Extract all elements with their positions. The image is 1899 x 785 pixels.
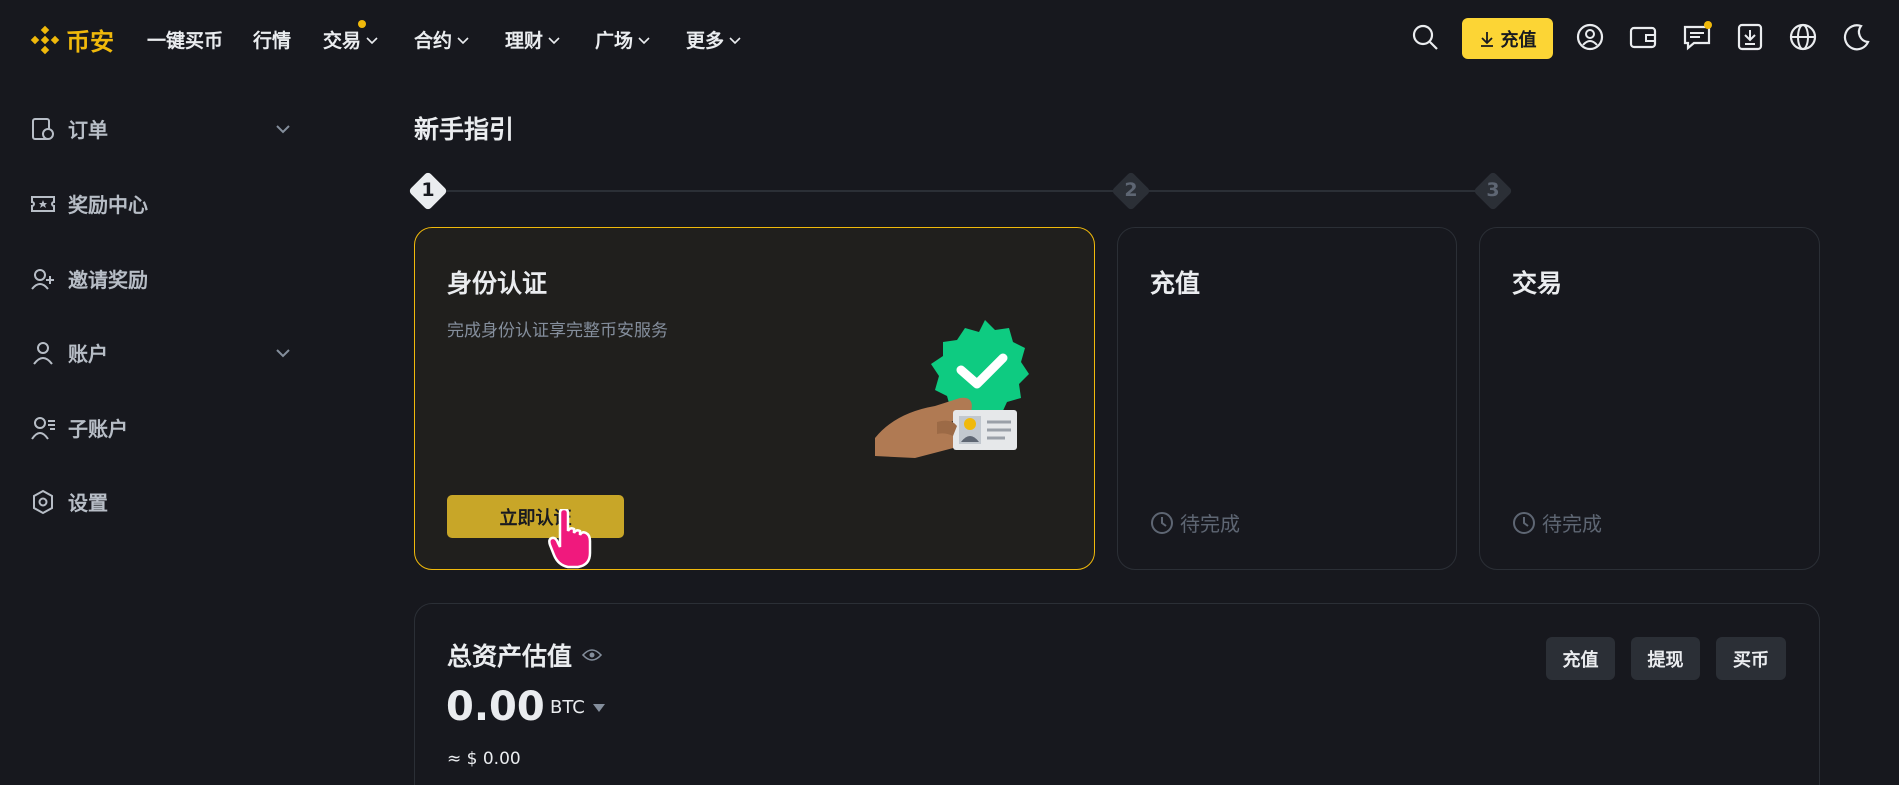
- step-number: 1: [421, 179, 435, 201]
- sidebar-item-label: 账户: [68, 342, 108, 366]
- binance-logo-icon: [30, 25, 60, 54]
- pending-status: 待完成: [1150, 508, 1240, 537]
- step-connector: [441, 190, 1121, 192]
- asset-title: 总资产估值: [447, 637, 603, 673]
- chevron-down-icon: [548, 36, 560, 44]
- sidebar-item-label: 奖励中心: [68, 193, 148, 217]
- button-label: 充值: [1562, 649, 1599, 671]
- notification-dot: [1704, 21, 1712, 29]
- nav-label: 更多: [686, 30, 725, 52]
- eye-icon[interactable]: [582, 648, 603, 662]
- moon-icon[interactable]: [1841, 22, 1871, 52]
- asset-unit-select[interactable]: BTC: [550, 697, 605, 718]
- caret-down-icon: [592, 703, 605, 712]
- verify-now-button[interactable]: 立即认证: [447, 495, 624, 538]
- pending-status: 待完成: [1512, 508, 1602, 537]
- nav-label: 广场: [595, 30, 634, 52]
- ticket-icon: [31, 195, 55, 212]
- sidebar-item-orders[interactable]: 订单: [30, 114, 108, 143]
- page-title: 新手指引: [414, 115, 515, 144]
- nav-label: 合约: [414, 30, 453, 52]
- chevron-down-icon: [366, 36, 378, 44]
- clock-icon: [1513, 511, 1535, 534]
- sidebar-item-rewards[interactable]: 奖励中心: [30, 189, 148, 218]
- nav-item-futures[interactable]: 合约: [414, 26, 470, 53]
- clock-icon: [1151, 511, 1173, 534]
- user-icon[interactable]: [1575, 22, 1605, 52]
- notification-dot: [358, 20, 366, 28]
- globe-icon[interactable]: [1788, 22, 1818, 52]
- asset-unit-label: BTC: [550, 697, 585, 718]
- nav-item-markets[interactable]: 行情: [253, 26, 291, 53]
- asset-title-label: 总资产估值: [447, 642, 573, 671]
- app-download-icon[interactable]: [1735, 22, 1765, 52]
- sidebar-item-settings[interactable]: 设置: [30, 487, 108, 516]
- chevron-down-icon: [638, 36, 650, 44]
- chevron-down-icon[interactable]: [274, 120, 292, 138]
- card-description: 完成身份认证享完整币安服务: [447, 321, 668, 341]
- status-label: 待完成: [1180, 512, 1240, 536]
- search-icon[interactable]: [1410, 22, 1440, 52]
- chevron-down-icon: [729, 36, 741, 44]
- wallet-icon[interactable]: [1628, 22, 1658, 52]
- sidebar-item-label: 子账户: [68, 417, 128, 441]
- step-connector: [1148, 190, 1478, 192]
- nav-label: 一键买币: [147, 30, 224, 52]
- sidebar-item-label: 邀请奖励: [68, 268, 148, 292]
- deposit-step-card: 充值 待完成: [1117, 227, 1457, 570]
- chevron-down-icon: [457, 36, 469, 44]
- nav-item-square[interactable]: 广场: [595, 26, 651, 53]
- nav-label: 理财: [505, 30, 544, 52]
- sidebar-item-account[interactable]: 账户: [30, 338, 108, 367]
- brand-name: 币安: [66, 28, 114, 56]
- card-title: 充值: [1150, 269, 1201, 298]
- id-verification-illustration-icon: [875, 320, 1029, 458]
- nav-item-buy-crypto[interactable]: 一键买币: [147, 26, 223, 53]
- user-icon: [33, 341, 53, 365]
- settings-icon: [33, 489, 53, 514]
- nav-item-earn[interactable]: 理财: [505, 26, 561, 53]
- download-icon: [1480, 31, 1493, 47]
- brand-logo[interactable]: 币安: [30, 22, 114, 57]
- trade-step-card: 交易 待完成: [1479, 227, 1820, 570]
- nav-item-trade[interactable]: 交易: [323, 26, 379, 53]
- user-add-icon: [31, 268, 54, 290]
- nav-label: 行情: [253, 30, 292, 52]
- sub-account-icon: [31, 416, 55, 440]
- button-label: 买币: [1733, 649, 1769, 671]
- status-label: 待完成: [1542, 512, 1602, 536]
- top-navigation: 币安 一键买币 行情 交易 合约 理财 广场 更多 充值: [0, 0, 1899, 78]
- step-number: 2: [1124, 179, 1138, 201]
- order-icon: [32, 117, 54, 140]
- withdraw-button[interactable]: 提现: [1631, 637, 1700, 680]
- sidebar-item-label: 订单: [68, 118, 108, 142]
- deposit-label: 充值: [1500, 29, 1537, 51]
- buy-crypto-button[interactable]: 买币: [1716, 637, 1786, 680]
- nav-label: 交易: [323, 30, 362, 52]
- sidebar-item-sub-account[interactable]: 子账户: [30, 413, 128, 442]
- hand-cursor-icon: [548, 509, 592, 569]
- nav-item-more[interactable]: 更多: [686, 26, 742, 53]
- asset-usd-value: ≈ $ 0.00: [447, 749, 521, 769]
- total-assets-card: [414, 603, 1820, 785]
- asset-value: 0.00: [446, 684, 545, 730]
- deposit-button[interactable]: 充值: [1462, 18, 1553, 59]
- card-title: 身份认证: [447, 269, 548, 298]
- chevron-down-icon[interactable]: [274, 344, 292, 362]
- sidebar-item-referral[interactable]: 邀请奖励: [30, 264, 148, 293]
- sidebar-item-label: 设置: [68, 491, 108, 515]
- step-number: 3: [1486, 179, 1500, 201]
- card-title: 交易: [1512, 269, 1563, 298]
- button-label: 提现: [1647, 649, 1684, 671]
- asset-deposit-button[interactable]: 充值: [1546, 637, 1615, 680]
